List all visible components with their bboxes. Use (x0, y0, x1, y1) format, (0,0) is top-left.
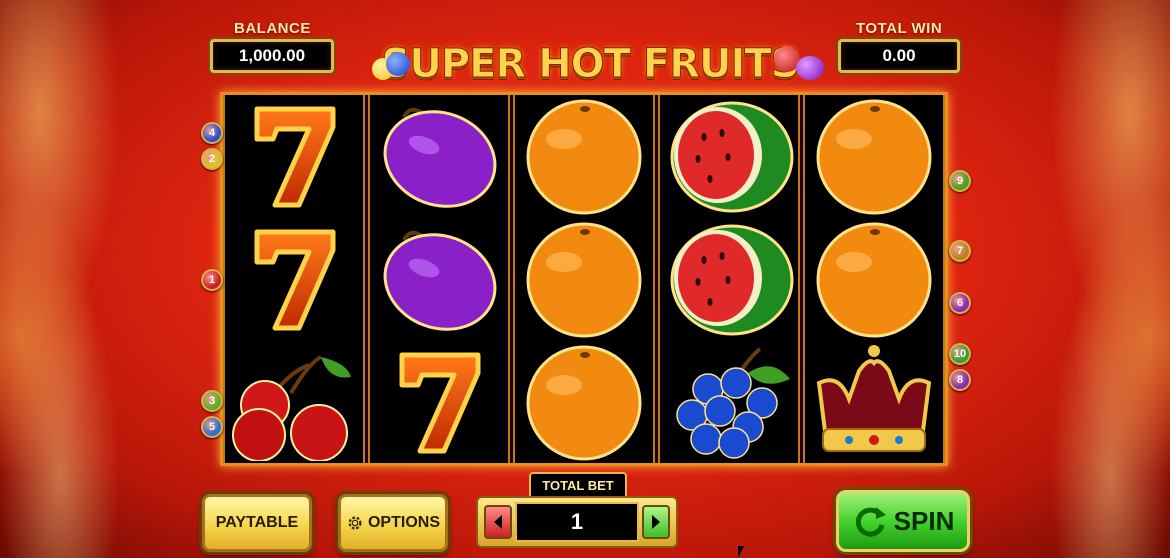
increase-bet-button[interactable] (642, 505, 670, 539)
payline-marker-left: 2 (201, 148, 223, 170)
orange-symbol (519, 220, 649, 338)
spin-label: SPIN (893, 505, 955, 536)
orange-symbol (519, 343, 649, 461)
payline-marker-right: 9 (949, 170, 971, 192)
total-bet-label: TOTAL BET (529, 472, 627, 498)
reel-2 (368, 95, 510, 463)
mouse-cursor (738, 546, 744, 558)
reel-5 (803, 95, 945, 463)
watermelon-symbol (664, 220, 794, 338)
arrow-right-icon (652, 515, 660, 529)
payline-marker-left: 4 (201, 122, 223, 144)
seven-symbol (229, 97, 359, 215)
reel-4 (658, 95, 800, 463)
payline-marker-right: 10 (949, 343, 971, 365)
reel-3 (513, 95, 655, 463)
seven-symbol (374, 343, 504, 461)
orange-symbol (809, 220, 939, 338)
crown-symbol (809, 343, 939, 461)
watermelon-symbol (664, 97, 794, 215)
balance-label: BALANCE (234, 20, 311, 37)
paytable-label: PAYTABLE (215, 514, 299, 531)
seven-symbol (229, 220, 359, 338)
gear-icon (348, 516, 362, 530)
reel-1 (223, 95, 365, 463)
plum-icon (796, 56, 824, 80)
orange-symbol (519, 97, 649, 215)
total-win-label: TOTAL WIN (856, 20, 943, 37)
payline-marker-left: 5 (201, 416, 223, 438)
plum-symbol (374, 97, 504, 215)
refresh-icon (855, 507, 886, 537)
logo-text: SUPER HOT FRUITS (381, 41, 800, 88)
payline-marker-right: 7 (949, 240, 971, 262)
payline-marker-right: 8 (949, 369, 971, 391)
flames-right-decoration (970, 0, 1170, 558)
reels-grid (220, 92, 948, 466)
decrease-bet-button[interactable] (484, 505, 512, 539)
flames-left-decoration (0, 0, 200, 558)
paytable-button[interactable]: PAYTABLE (202, 494, 312, 552)
total-bet-value: 1 (515, 502, 639, 542)
payline-marker-left: 1 (201, 269, 223, 291)
options-button[interactable]: OPTIONS (338, 494, 448, 552)
plum-symbol (374, 220, 504, 338)
payline-marker-left: 3 (201, 390, 223, 412)
orange-symbol (809, 97, 939, 215)
total-win-value: 0.00 (838, 39, 960, 73)
arrow-left-icon (494, 515, 502, 529)
grapes-icon (386, 52, 410, 76)
options-label: OPTIONS (367, 514, 440, 531)
grapes-symbol (664, 343, 794, 461)
cherries-symbol (229, 343, 359, 461)
game-logo: SUPER HOT FRUITS (350, 40, 830, 88)
balance-value: 1,000.00 (210, 39, 334, 73)
payline-marker-right: 6 (949, 292, 971, 314)
spin-button[interactable]: SPIN (836, 490, 970, 552)
